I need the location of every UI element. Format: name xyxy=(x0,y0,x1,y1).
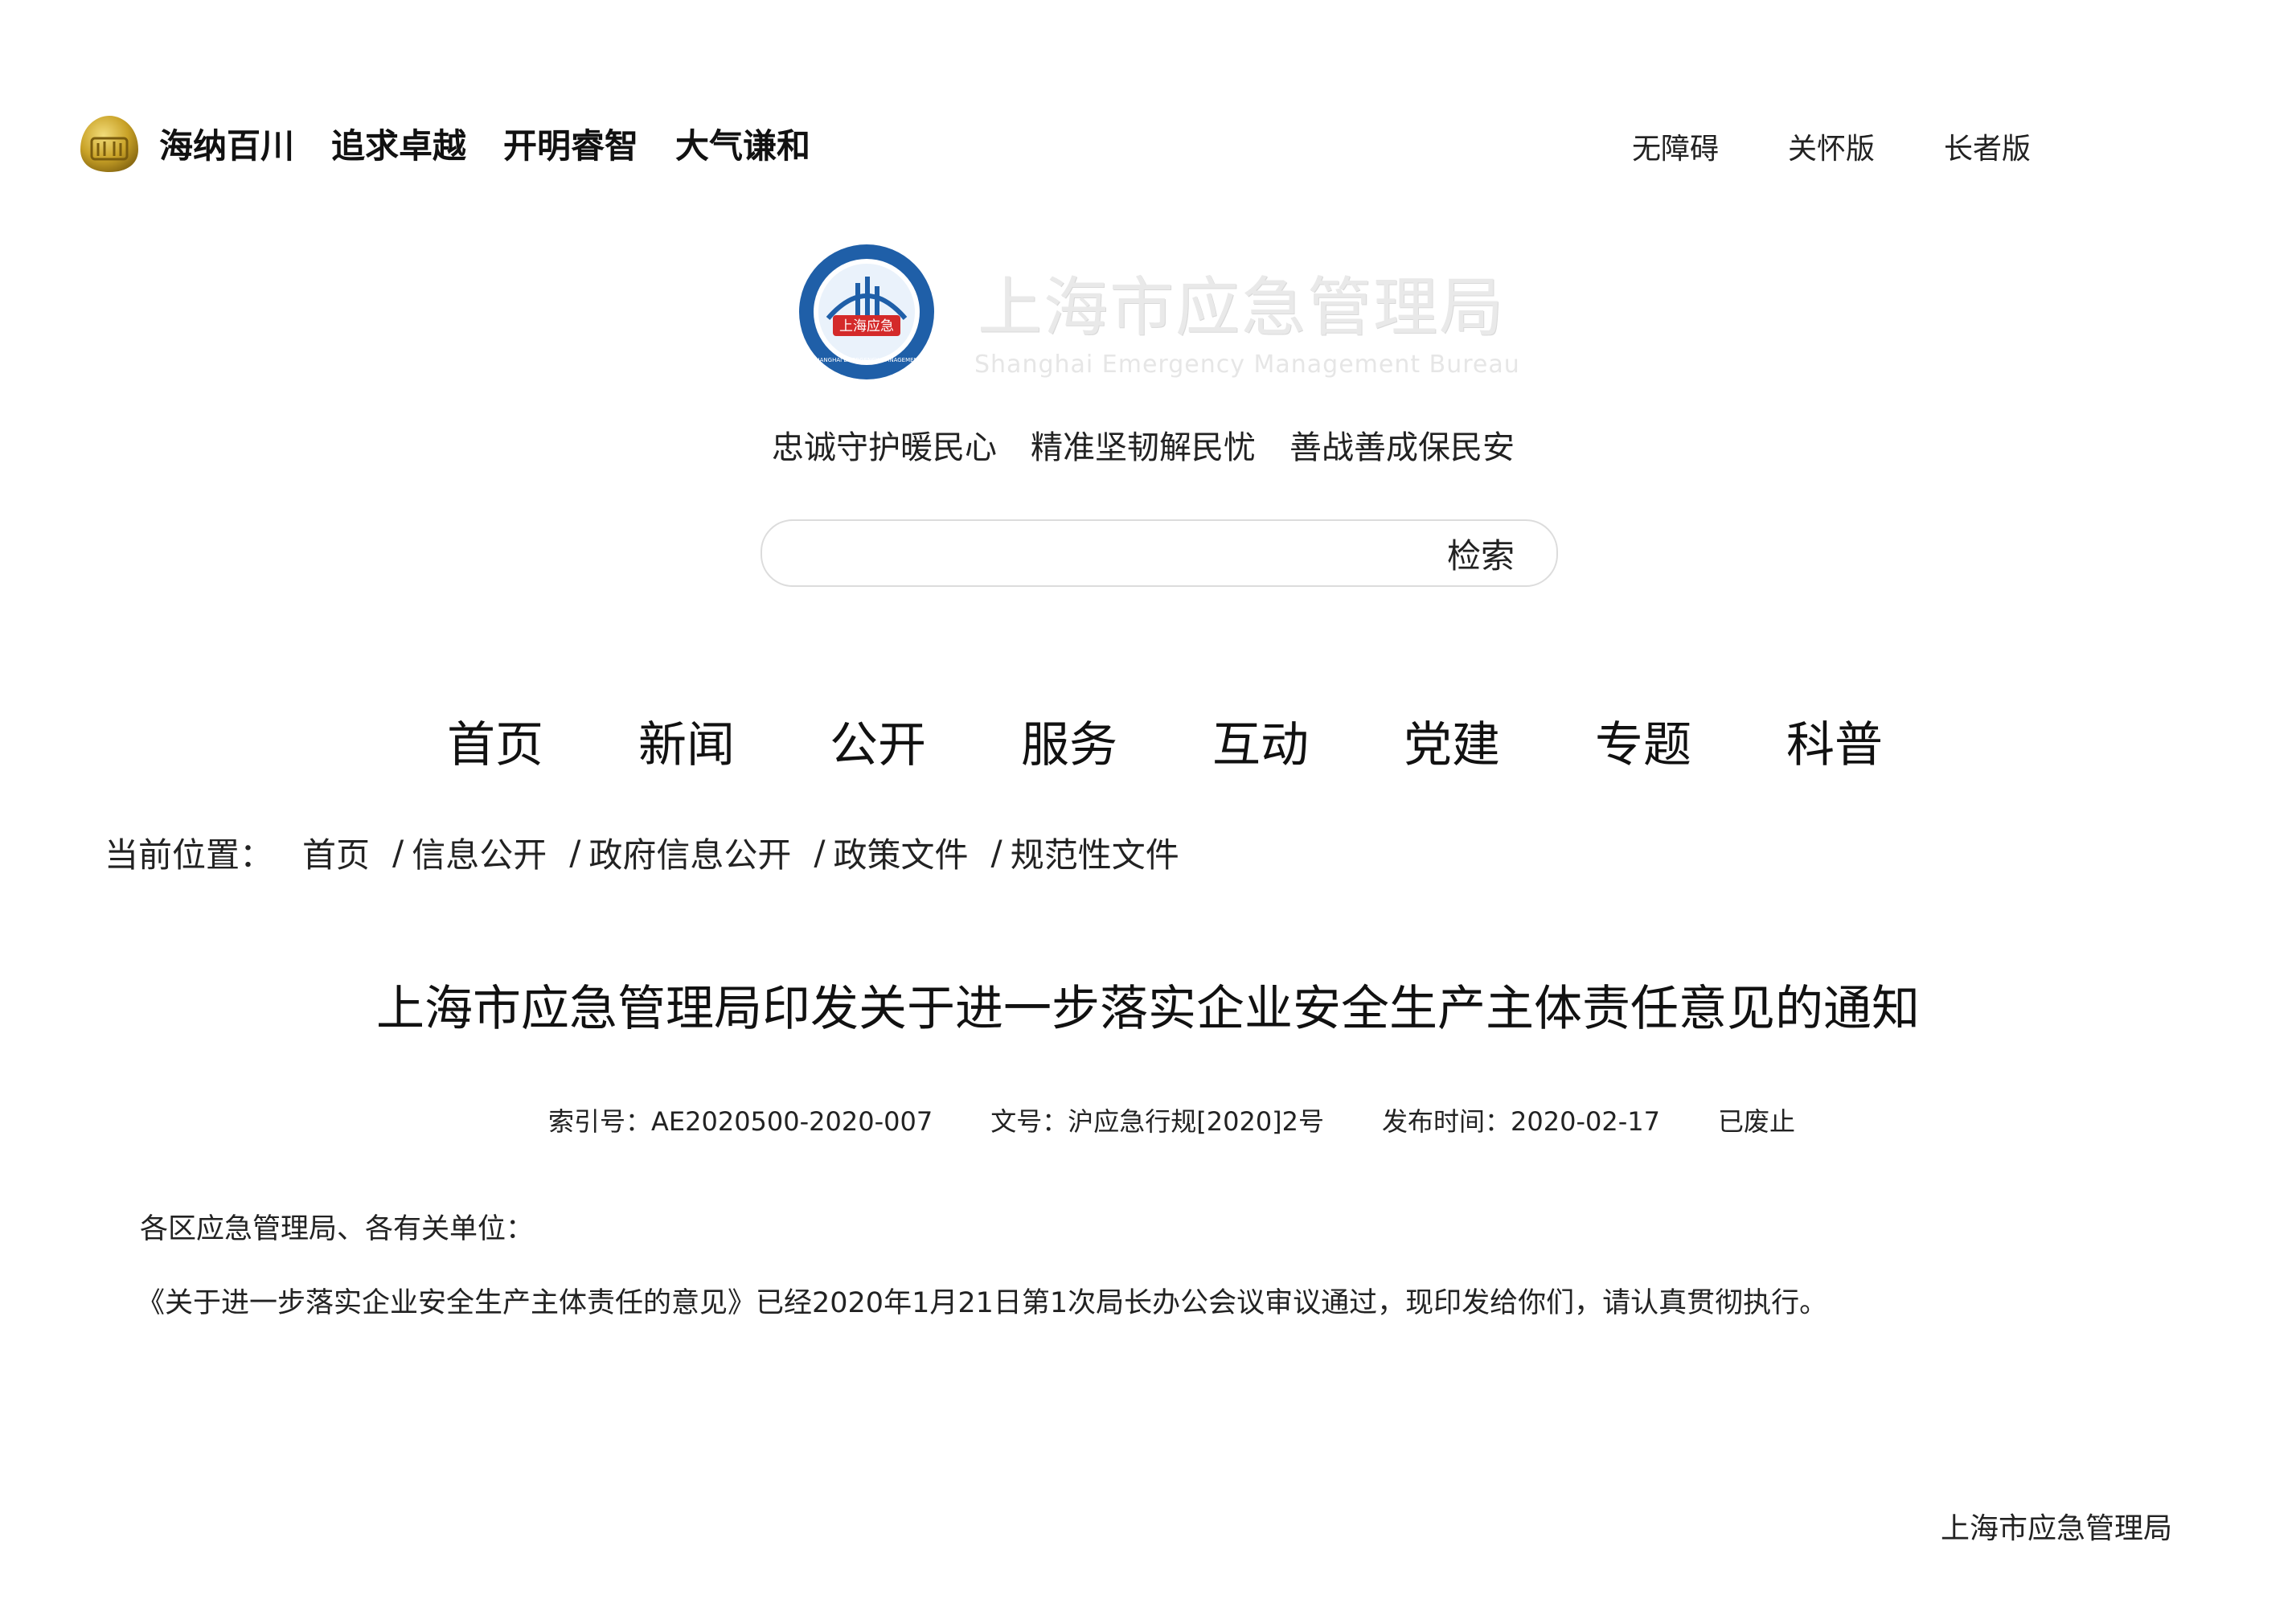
breadcrumb: 当前位置： 首页 / 信息公开 / 政府信息公开 / 政策文件 / 规范性文件 xyxy=(105,828,1179,877)
breadcrumb-separator: / xyxy=(569,833,581,872)
slogan-group: 海纳百川 追求卓越 开明睿智 大气谦和 xyxy=(159,119,847,168)
search-button[interactable]: 检索 xyxy=(1447,529,1515,578)
breadcrumb-separator: / xyxy=(814,833,826,872)
article-paragraph: 《关于进一步落实企业安全生产主体责任的意见》已经2020年1月21日第1次局长办… xyxy=(137,1287,1828,1319)
nav-item-topics[interactable]: 专题 xyxy=(1595,706,1691,776)
university-emblem-icon xyxy=(80,116,138,172)
nav-item-news[interactable]: 新闻 xyxy=(638,706,735,776)
nav-item-science[interactable]: 科普 xyxy=(1786,706,1883,776)
site-logo-icon[interactable]: 上海应急 SHANGHAI EMERGENCY MANAGEMENT xyxy=(796,241,937,383)
breadcrumb-item-gov-info[interactable]: 政府信息公开 xyxy=(588,828,791,877)
nav-item-home[interactable]: 首页 xyxy=(447,706,543,776)
site-name-english: Shanghai Emergency Management Bureau xyxy=(974,351,1520,379)
breadcrumb-separator: / xyxy=(990,833,1002,872)
slogan: 大气谦和 xyxy=(675,125,811,166)
article-salutation: 各区应急管理局、各有关单位： xyxy=(140,1213,535,1245)
motto-phrase: 善战善成保民安 xyxy=(1289,429,1515,466)
nav-item-interaction[interactable]: 互动 xyxy=(1212,706,1309,776)
site-logo-label: 上海应急 xyxy=(839,318,894,334)
meta-document-number: 文号：沪应急行规[2020]2号 xyxy=(990,1106,1325,1137)
slogan: 追求卓越 xyxy=(331,125,467,166)
top-bar-left: 海纳百川 追求卓越 开明睿智 大气谦和 xyxy=(77,109,847,177)
article-signature: 上海市应急管理局 xyxy=(1940,1512,2172,1545)
breadcrumb-item-home[interactable]: 首页 xyxy=(302,828,370,877)
top-bar-links: 无障碍 关怀版 长者版 xyxy=(1563,125,2031,167)
nav-item-party[interactable]: 党建 xyxy=(1404,706,1500,776)
breadcrumb-item-normative-docs[interactable]: 规范性文件 xyxy=(1011,828,1179,877)
main-nav: 首页 新闻 公开 服务 互动 党建 专题 科普 xyxy=(447,706,1883,776)
motto: 忠诚守护暖民心 精准坚韧解民忧 善战善成保民安 xyxy=(772,421,1548,468)
motto-phrase: 忠诚守护暖民心 xyxy=(772,429,997,466)
breadcrumb-item-info-disclosure[interactable]: 信息公开 xyxy=(412,828,547,877)
breadcrumb-item-policy-docs[interactable]: 政策文件 xyxy=(834,828,969,877)
site-logo-ring-text: SHANGHAI EMERGENCY MANAGEMENT xyxy=(812,357,922,363)
motto-phrase: 精准坚韧解民忧 xyxy=(1031,429,1256,466)
search-box: 检索 xyxy=(761,519,1558,587)
nav-item-services[interactable]: 服务 xyxy=(1021,706,1117,776)
article-meta: 索引号：AE2020500-2020-007 文号：沪应急行规[2020]2号 … xyxy=(548,1101,1795,1138)
slogan: 海纳百川 xyxy=(159,125,295,166)
search-input[interactable] xyxy=(786,529,1352,579)
accessibility-link[interactable]: 无障碍 xyxy=(1632,125,1719,167)
nav-item-disclosure[interactable]: 公开 xyxy=(830,706,926,776)
meta-index-number: 索引号：AE2020500-2020-007 xyxy=(548,1106,933,1137)
meta-publish-time: 发布时间：2020-02-17 xyxy=(1382,1106,1661,1137)
article-title: 上海市应急管理局印发关于进一步落实企业安全生产主体责任意见的通知 xyxy=(376,981,1920,1037)
care-version-link[interactable]: 关怀版 xyxy=(1788,125,1875,167)
slogan: 开明睿智 xyxy=(503,125,639,166)
breadcrumb-label: 当前位置： xyxy=(105,835,274,875)
breadcrumb-separator: / xyxy=(392,833,404,872)
elderly-version-link[interactable]: 长者版 xyxy=(1944,125,2031,167)
site-name-chinese: 上海市应急管理局 xyxy=(978,270,1505,345)
meta-status-badge: 已废止 xyxy=(1718,1106,1796,1137)
